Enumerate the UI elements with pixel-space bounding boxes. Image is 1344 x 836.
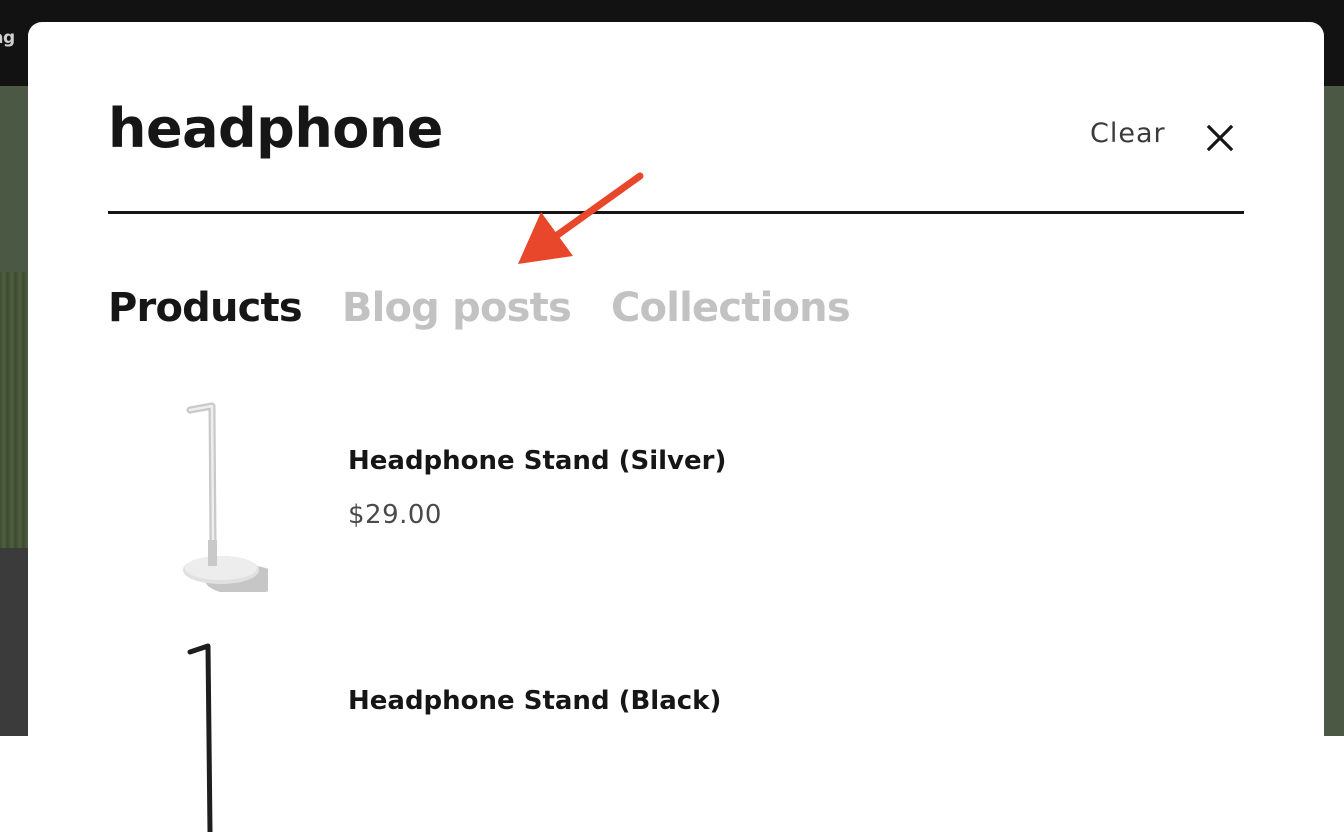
result-title[interactable]: Headphone Stand (Silver) xyxy=(348,448,726,474)
headphone-stand-silver-image xyxy=(148,392,281,595)
headphone-stand-black-image xyxy=(148,632,268,835)
result-title[interactable]: Headphone Stand (Black) xyxy=(348,688,721,714)
background-curtain-image xyxy=(0,272,28,572)
annotation-arrow-icon xyxy=(518,172,644,264)
close-icon[interactable] xyxy=(1204,122,1236,154)
result-item-silver-stand[interactable]: Headphone Stand (Silver) $29.00 xyxy=(108,392,1244,595)
tab-products[interactable]: Products xyxy=(108,288,303,328)
background-sofa-image xyxy=(0,548,28,736)
search-modal: headphone Clear Products Blog posts Coll… xyxy=(28,22,1324,835)
result-price: $29.00 xyxy=(348,500,442,530)
clear-button[interactable]: Clear xyxy=(1090,120,1166,147)
header-nav-text: ag xyxy=(0,28,15,48)
result-item-black-stand[interactable]: Headphone Stand (Black) xyxy=(108,632,1244,835)
search-result-tabs: Products Blog posts Collections xyxy=(108,288,851,328)
search-input[interactable]: headphone xyxy=(108,102,443,156)
